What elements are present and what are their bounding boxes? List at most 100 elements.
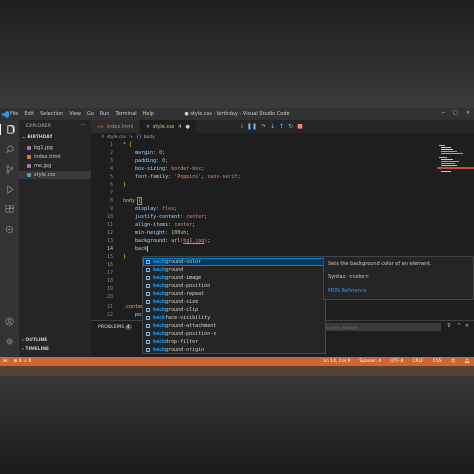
suggestion-item[interactable]: back face-visibility [143, 314, 325, 322]
maximize-panel-icon[interactable]: ^ [457, 323, 461, 329]
outline-section[interactable]: › OUTLINE [22, 338, 47, 343]
property-icon [146, 260, 150, 264]
suggestion-item[interactable]: back ground-size [143, 298, 325, 306]
source-control-icon[interactable] [4, 164, 15, 175]
indentation[interactable]: Spaces: 4 [359, 359, 381, 364]
property-icon [146, 332, 150, 336]
remote-indicator-icon[interactable]: ⋈ [3, 359, 8, 364]
property-icon [146, 308, 150, 312]
search-icon[interactable] [4, 144, 15, 155]
suggestion-item[interactable]: back ground-repeat [143, 290, 325, 298]
suggestion-item[interactable]: back ground-position-x [143, 330, 325, 338]
menu-help[interactable]: Help [143, 111, 154, 117]
stop-icon[interactable]: ■ [297, 123, 303, 130]
minimap-line [439, 157, 447, 158]
extensions-icon[interactable] [4, 204, 15, 215]
cursor-position[interactable]: Ln 14, Col 9 [324, 359, 351, 364]
account-icon[interactable] [4, 316, 15, 327]
property-icon [146, 324, 150, 328]
pause-icon[interactable]: ❚❚ [247, 123, 257, 130]
step-into-icon[interactable]: ↓ [270, 123, 275, 130]
code-line: 8 body { [91, 197, 143, 205]
suggestion-item[interactable]: back ground-attachment [143, 322, 325, 330]
match-highlight: back [153, 347, 166, 353]
line-number: 6 [109, 182, 113, 188]
css-file-icon: # [101, 134, 105, 140]
suggestion-item[interactable]: back ground-position [143, 282, 325, 290]
file-index-html[interactable]: index.html [27, 153, 91, 161]
step-out-icon[interactable]: ↑ [279, 123, 284, 130]
problems-status[interactable]: ⊗ 0 ⚠ 0 [14, 359, 32, 364]
line-2-code: margin: 0; [135, 150, 166, 156]
menu-view[interactable]: View [69, 111, 81, 117]
line-number: 14 [106, 246, 113, 252]
suggestion-item[interactable]: back ground-color [143, 258, 325, 266]
suggest-widget: back ground-color back ground back ground-i… [142, 256, 326, 354]
file-style-css[interactable]: style.css [19, 171, 91, 179]
tab-style-css[interactable]: # style.css 4 ● [140, 120, 197, 133]
suggestion-rest: drop-filter [165, 339, 199, 345]
file-bg1-jpg[interactable]: bg1.jpg [27, 144, 91, 152]
suggestion-rest: ground-origin [165, 347, 205, 353]
remote-explorer-icon[interactable] [4, 224, 15, 235]
unsaved-dot-icon[interactable]: ● [185, 124, 189, 130]
menu-go[interactable]: Go [87, 111, 94, 117]
run-debug-icon[interactable] [4, 184, 15, 195]
menu-edit[interactable]: Edit [24, 111, 34, 117]
suggestion-item[interactable]: back ground-origin [143, 346, 325, 354]
drag-handle-icon[interactable]: ⁞ [241, 123, 243, 130]
line-number: 18 [106, 278, 113, 284]
settings-gear-icon[interactable] [4, 336, 15, 347]
file-label: index.html [34, 154, 61, 160]
menu-terminal[interactable]: Terminal [116, 111, 137, 117]
timeline-section[interactable]: › TIMELINE [22, 347, 49, 352]
file-me-jpg[interactable]: me.jpg [27, 162, 91, 170]
property-icon [146, 348, 150, 352]
suggestion-item[interactable]: back ground-image [143, 274, 325, 282]
line-3-code: padding: 0; [135, 158, 169, 164]
line-number: 1 [109, 142, 113, 148]
feedback-icon[interactable]: ☺ [451, 359, 456, 364]
menu-run[interactable]: Run [100, 111, 110, 117]
details-description: Sets the background color of an element. [328, 261, 432, 267]
menu-selection[interactable]: Selection [40, 111, 63, 117]
maximize-icon[interactable]: □ [453, 110, 458, 116]
folder-birthday[interactable]: ⌄ BIRTHDAY [22, 135, 53, 140]
language-mode[interactable]: CSS [433, 359, 442, 364]
breadcrumb-file[interactable]: style.css [107, 135, 126, 140]
explorer-icon[interactable] [0, 124, 19, 135]
filter-icon[interactable]: ⊽ [447, 323, 451, 329]
line-number: 17 [106, 270, 113, 276]
suggestion-item[interactable]: back ground [143, 266, 325, 274]
more-actions-icon[interactable]: ··· [80, 122, 86, 129]
code-line: 11 align-items: center; [91, 221, 195, 229]
encoding[interactable]: UTF-8 [390, 359, 403, 364]
breadcrumb-symbol[interactable]: body [144, 135, 155, 140]
line-13-code: background: url(bg1.jpg); [135, 238, 211, 244]
tab-problems[interactable]: PROBLEMS [98, 325, 124, 330]
close-panel-icon[interactable]: ✕ [465, 323, 469, 329]
menu-file[interactable]: File [10, 111, 18, 117]
code-line: 18 [91, 277, 123, 285]
suggestion-item[interactable]: back drop-filter [143, 338, 325, 346]
suggestion-rest: ground-clip [165, 307, 199, 313]
window-controls: ─ □ ✕ [442, 110, 470, 116]
problems-filter-input[interactable] [321, 323, 441, 331]
details-syntax: Syntax: <color> [328, 274, 370, 280]
minimap-line [441, 161, 459, 162]
minimap-line [441, 147, 451, 148]
line-9-code: display: flex; [135, 206, 178, 212]
mdn-reference-link[interactable]: MDN Reference [328, 288, 367, 294]
line-ending[interactable]: CRLF [412, 359, 423, 364]
match-highlight: back [153, 283, 166, 289]
step-over-icon[interactable]: ↷ [261, 123, 266, 130]
line-12-code: min-height: 100vh; [135, 230, 190, 236]
notifications-icon[interactable]: 🔔︎ [464, 359, 470, 364]
minimize-icon[interactable]: ─ [442, 110, 445, 116]
suggestion-item[interactable]: back ground-clip [143, 306, 325, 314]
property-icon [146, 316, 150, 320]
restart-icon[interactable]: ↻ [288, 123, 293, 130]
close-icon[interactable]: ✕ [466, 110, 470, 116]
line-11-code: align-items: center; [135, 222, 196, 228]
tab-index-html[interactable]: <> index.html [91, 120, 141, 133]
